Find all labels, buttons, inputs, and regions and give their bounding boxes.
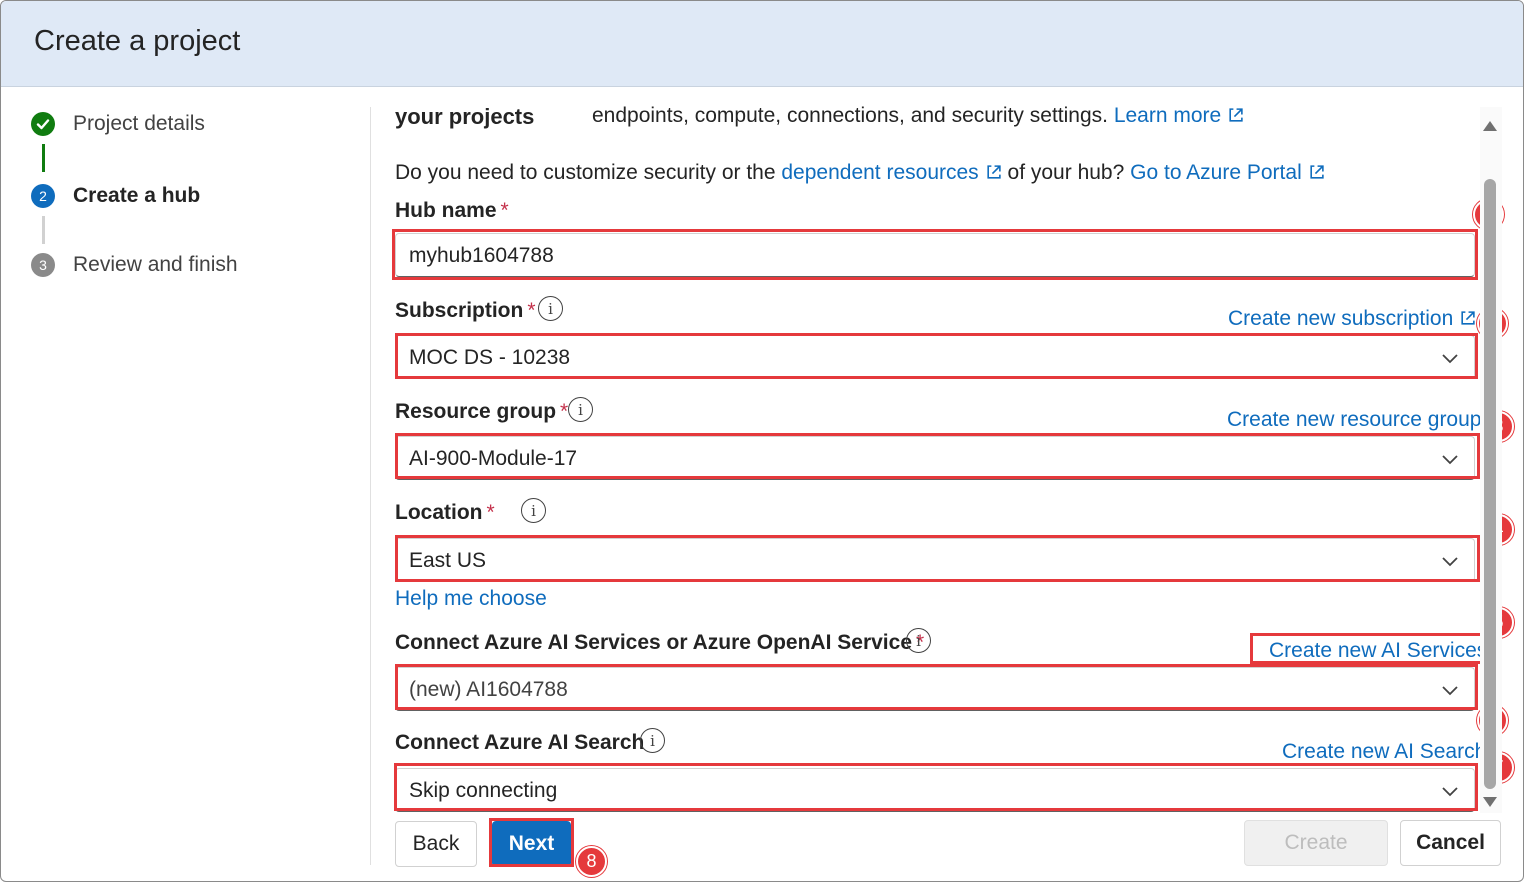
required-marker: * <box>486 501 495 524</box>
info-icon[interactable]: i <box>568 397 593 422</box>
next-button[interactable]: Next <box>492 821 571 867</box>
step-create-hub[interactable]: 2 Create a hub <box>31 184 200 208</box>
learn-more-link[interactable]: Learn more <box>1114 104 1244 127</box>
ai-search-label: Connect Azure AI Search <box>395 731 645 754</box>
create-new-ai-services-link[interactable]: Create new AI Services <box>1269 639 1487 663</box>
checkmark-icon <box>31 112 55 136</box>
step-connector <box>42 216 45 244</box>
open-external-icon <box>1310 165 1324 179</box>
step-number: 2 <box>31 184 55 208</box>
help-me-choose-link[interactable]: Help me choose <box>395 587 547 611</box>
customize-text: Do you need to customize security or the… <box>395 161 1325 185</box>
sidebar-divider <box>370 107 371 865</box>
annotation-badge: 8 <box>576 846 607 877</box>
create-subscription-label: Create new subscription <box>1228 307 1454 330</box>
open-external-icon <box>987 165 1001 179</box>
required-marker: * <box>527 299 536 322</box>
create-project-dialog: Create a project Project details 2 Creat… <box>0 0 1524 882</box>
step-project-details[interactable]: Project details <box>31 112 205 136</box>
hub-name-input[interactable]: myhub1604788 <box>395 233 1475 277</box>
location-label-text: Location <box>395 501 483 524</box>
ai-search-dropdown[interactable]: Skip connecting <box>395 768 1475 812</box>
location-label: Location * <box>395 501 495 525</box>
ai-services-label: Connect Azure AI Services or Azure OpenA… <box>395 631 924 655</box>
info-icon[interactable]: i <box>521 498 546 523</box>
open-external-icon <box>1461 311 1475 325</box>
go-to-azure-portal-link[interactable]: Go to Azure Portal <box>1130 161 1325 184</box>
subscription-value: MOC DS - 10238 <box>409 346 571 369</box>
intro-text: endpoints, compute, connections, and sec… <box>592 104 1244 128</box>
step-connector <box>42 144 45 172</box>
resource-group-dropdown[interactable]: AI-900-Module-17 <box>395 436 1475 480</box>
resource-group-value: AI-900-Module-17 <box>409 447 578 470</box>
scrollbar-thumb[interactable] <box>1484 179 1496 789</box>
subscription-label-text: Subscription <box>395 299 524 322</box>
cancel-button[interactable]: Cancel <box>1400 820 1501 866</box>
required-marker: * <box>500 199 509 222</box>
location-value: East US <box>409 549 487 572</box>
chevron-down-icon <box>1442 686 1458 696</box>
learn-more-label: Learn more <box>1113 104 1222 127</box>
step-label: Review and finish <box>73 253 238 276</box>
step-number: 3 <box>31 253 55 277</box>
customize-pre: Do you need to customize security or the <box>395 161 776 184</box>
create-new-resource-group-link[interactable]: Create new resource group <box>1227 408 1481 432</box>
location-dropdown[interactable]: East US <box>395 538 1475 582</box>
open-external-icon <box>1229 108 1243 122</box>
hub-name-label-text: Hub name <box>395 199 497 222</box>
back-button[interactable]: Back <box>395 821 477 867</box>
intro-text-fragment: endpoints, compute, connections, and sec… <box>592 104 1108 127</box>
resource-group-label: Resource group * <box>395 400 568 424</box>
step-review-finish[interactable]: 3 Review and finish <box>31 253 238 277</box>
hub-name-value: myhub1604788 <box>409 244 554 267</box>
hub-name-label: Hub name * <box>395 199 509 223</box>
dependent-resources-label: dependent resources <box>781 161 979 184</box>
dialog-header: Create a project <box>1 1 1523 87</box>
chevron-down-icon <box>1442 455 1458 465</box>
step-label: Create a hub <box>73 184 201 207</box>
scroll-down-icon[interactable] <box>1483 797 1497 807</box>
info-icon[interactable]: i <box>538 296 563 321</box>
create-button[interactable]: Create <box>1244 820 1388 866</box>
step-label: Project details <box>73 112 205 135</box>
section-heading: your projects <box>395 104 535 129</box>
ai-services-label-text: Connect Azure AI Services or Azure OpenA… <box>395 631 913 654</box>
ai-services-value: (new) AI1604788 <box>409 678 568 701</box>
info-icon[interactable]: i <box>906 628 931 653</box>
info-icon[interactable]: i <box>640 728 665 753</box>
ai-search-value: Skip connecting <box>409 779 558 802</box>
ai-services-dropdown[interactable]: (new) AI1604788 <box>395 667 1475 711</box>
chevron-down-icon <box>1442 787 1458 797</box>
chevron-down-icon <box>1442 557 1458 567</box>
resource-group-label-text: Resource group <box>395 400 557 423</box>
subscription-dropdown[interactable]: MOC DS - 10238 <box>395 335 1475 379</box>
chevron-down-icon <box>1442 354 1458 364</box>
azure-portal-label: Go to Azure Portal <box>1130 161 1302 184</box>
create-new-subscription-link[interactable]: Create new subscription <box>1228 307 1476 331</box>
customize-mid: of your hub? <box>1007 161 1125 184</box>
dependent-resources-link[interactable]: dependent resources <box>781 161 1001 184</box>
scroll-up-icon[interactable] <box>1483 121 1497 131</box>
subscription-label: Subscription * <box>395 299 536 323</box>
dialog-title: Create a project <box>34 25 241 57</box>
create-new-ai-search-link[interactable]: Create new AI Search <box>1282 740 1486 764</box>
required-marker: * <box>560 400 569 423</box>
